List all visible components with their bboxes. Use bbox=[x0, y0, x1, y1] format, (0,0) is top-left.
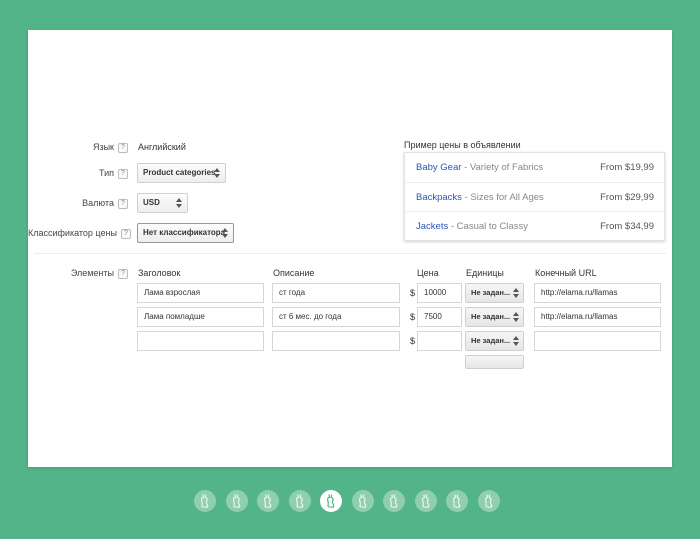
select-arrows-icon bbox=[176, 198, 183, 208]
currency-select-value: USD bbox=[143, 198, 160, 207]
help-icon[interactable]: ? bbox=[120, 229, 131, 239]
price-input[interactable] bbox=[417, 331, 462, 351]
classifier-select[interactable]: Нет классификатора bbox=[137, 223, 234, 243]
price-extension-card: Язык? Английский Тип? Product categories… bbox=[28, 30, 672, 467]
preview-separator: - bbox=[461, 162, 470, 173]
url-input[interactable]: http://elama.ru/llamas bbox=[534, 283, 661, 303]
description-input[interactable]: ст 6 мес. до года bbox=[272, 307, 400, 327]
currency-select[interactable]: USD bbox=[137, 193, 188, 213]
llama-icon bbox=[201, 494, 209, 508]
headline-input[interactable]: Лама взрослая bbox=[137, 283, 264, 303]
unit-select-value: Не задан... bbox=[471, 312, 511, 321]
preview-description: Sizes for All Ages bbox=[470, 191, 544, 203]
price-input[interactable]: 10000 bbox=[417, 283, 462, 303]
currency-symbol: $ bbox=[410, 288, 416, 298]
elements-label-text: Элементы bbox=[70, 268, 114, 278]
llama-icon bbox=[295, 494, 303, 508]
pagination-dot[interactable] bbox=[257, 490, 279, 512]
column-header-description: Описание bbox=[273, 268, 315, 278]
classifier-label: Классификатор цены? bbox=[28, 228, 131, 239]
section-divider bbox=[34, 253, 666, 254]
slide-pagination bbox=[194, 490, 500, 512]
classifier-label-text: Классификатор цены bbox=[28, 228, 117, 238]
preview-row: Jackets - Casual to Classy From $34,99 bbox=[405, 212, 664, 242]
preview-price: From $29,99 bbox=[600, 191, 654, 203]
description-input[interactable]: ст года bbox=[272, 283, 400, 303]
preview-row-left: Backpacks - Sizes for All Ages bbox=[416, 192, 544, 203]
select-arrows-icon bbox=[513, 288, 520, 298]
preview-price: From $34,99 bbox=[600, 221, 654, 233]
preview-separator: - bbox=[448, 221, 457, 233]
llama-icon bbox=[327, 494, 335, 508]
preview-headline[interactable]: Jackets bbox=[416, 221, 448, 232]
preview-row: Baby Gear - Variety of Fabrics From $19,… bbox=[405, 153, 664, 183]
headline-input[interactable]: Лама помладше bbox=[137, 307, 264, 327]
preview-headline[interactable]: Baby Gear bbox=[416, 162, 461, 173]
preview-row: Backpacks - Sizes for All Ages From $29,… bbox=[405, 183, 664, 213]
url-input[interactable] bbox=[534, 331, 661, 351]
llama-icon bbox=[264, 494, 272, 508]
language-value: Английский bbox=[138, 142, 186, 152]
pagination-dot[interactable] bbox=[194, 490, 216, 512]
preview-description: Casual to Classy bbox=[456, 221, 528, 233]
llama-icon bbox=[453, 494, 461, 508]
column-header-headline: Заголовок bbox=[138, 268, 181, 278]
unit-select-value: Не задан... bbox=[471, 288, 511, 297]
select-arrows-icon bbox=[513, 312, 520, 322]
description-input[interactable] bbox=[272, 331, 400, 351]
unit-select[interactable]: Не задан... bbox=[465, 283, 524, 303]
preview-description: Variety of Fabrics bbox=[469, 162, 544, 173]
preview-price: From $19,99 bbox=[600, 162, 654, 173]
pagination-dot[interactable] bbox=[383, 490, 405, 512]
help-icon[interactable]: ? bbox=[118, 269, 128, 279]
pagination-dot[interactable] bbox=[446, 490, 468, 512]
unit-select-partial bbox=[465, 355, 524, 369]
column-header-url: Конечный URL bbox=[535, 268, 597, 278]
type-select-value: Product categories bbox=[143, 168, 216, 177]
pagination-dot[interactable] bbox=[477, 490, 500, 512]
type-label-text: Тип bbox=[98, 168, 114, 178]
select-arrows-icon bbox=[513, 336, 520, 346]
type-label: Тип? bbox=[68, 168, 128, 179]
pagination-dot[interactable] bbox=[414, 490, 437, 512]
unit-select-value: Не задан... bbox=[471, 336, 511, 345]
currency-label-text: Валюта bbox=[82, 198, 114, 208]
column-header-unit: Единицы bbox=[466, 268, 504, 278]
select-arrows-icon bbox=[214, 168, 221, 178]
type-select[interactable]: Product categories bbox=[137, 163, 226, 183]
help-icon[interactable]: ? bbox=[118, 143, 128, 153]
headline-input[interactable] bbox=[137, 331, 264, 351]
language-label-text: Язык bbox=[92, 142, 114, 152]
pagination-dot[interactable] bbox=[320, 490, 342, 512]
currency-symbol: $ bbox=[410, 312, 416, 322]
preview-row-left: Jackets - Casual to Classy bbox=[416, 221, 528, 232]
pagination-dot[interactable] bbox=[351, 490, 374, 512]
currency-label: Валюта? bbox=[68, 198, 128, 209]
llama-icon bbox=[232, 494, 240, 508]
llama-icon bbox=[390, 494, 398, 508]
llama-icon bbox=[484, 494, 492, 508]
unit-select[interactable]: Не задан... bbox=[465, 307, 524, 327]
price-preview-box: Baby Gear - Variety of Fabrics From $19,… bbox=[404, 152, 665, 241]
pagination-dot[interactable] bbox=[225, 490, 248, 512]
preview-title: Пример цены в объявлении bbox=[404, 140, 521, 150]
preview-headline[interactable]: Backpacks bbox=[416, 192, 462, 203]
price-input[interactable]: 7500 bbox=[417, 307, 462, 327]
preview-row-left: Baby Gear - Variety of Fabrics bbox=[416, 162, 543, 173]
help-icon[interactable]: ? bbox=[118, 199, 128, 209]
url-input[interactable]: http://elama.ru/llamas bbox=[534, 307, 661, 327]
elements-label: Элементы? bbox=[68, 268, 128, 279]
currency-symbol: $ bbox=[410, 336, 416, 346]
llama-icon bbox=[358, 494, 366, 508]
classifier-select-value: Нет классификатора bbox=[143, 228, 226, 237]
select-arrows-icon bbox=[222, 228, 229, 238]
help-icon[interactable]: ? bbox=[118, 169, 128, 179]
llama-icon bbox=[421, 494, 429, 508]
unit-select[interactable]: Не задан... bbox=[465, 331, 524, 351]
column-header-price: Цена bbox=[417, 268, 439, 278]
language-label: Язык? bbox=[68, 142, 128, 153]
pagination-dot[interactable] bbox=[288, 490, 311, 512]
